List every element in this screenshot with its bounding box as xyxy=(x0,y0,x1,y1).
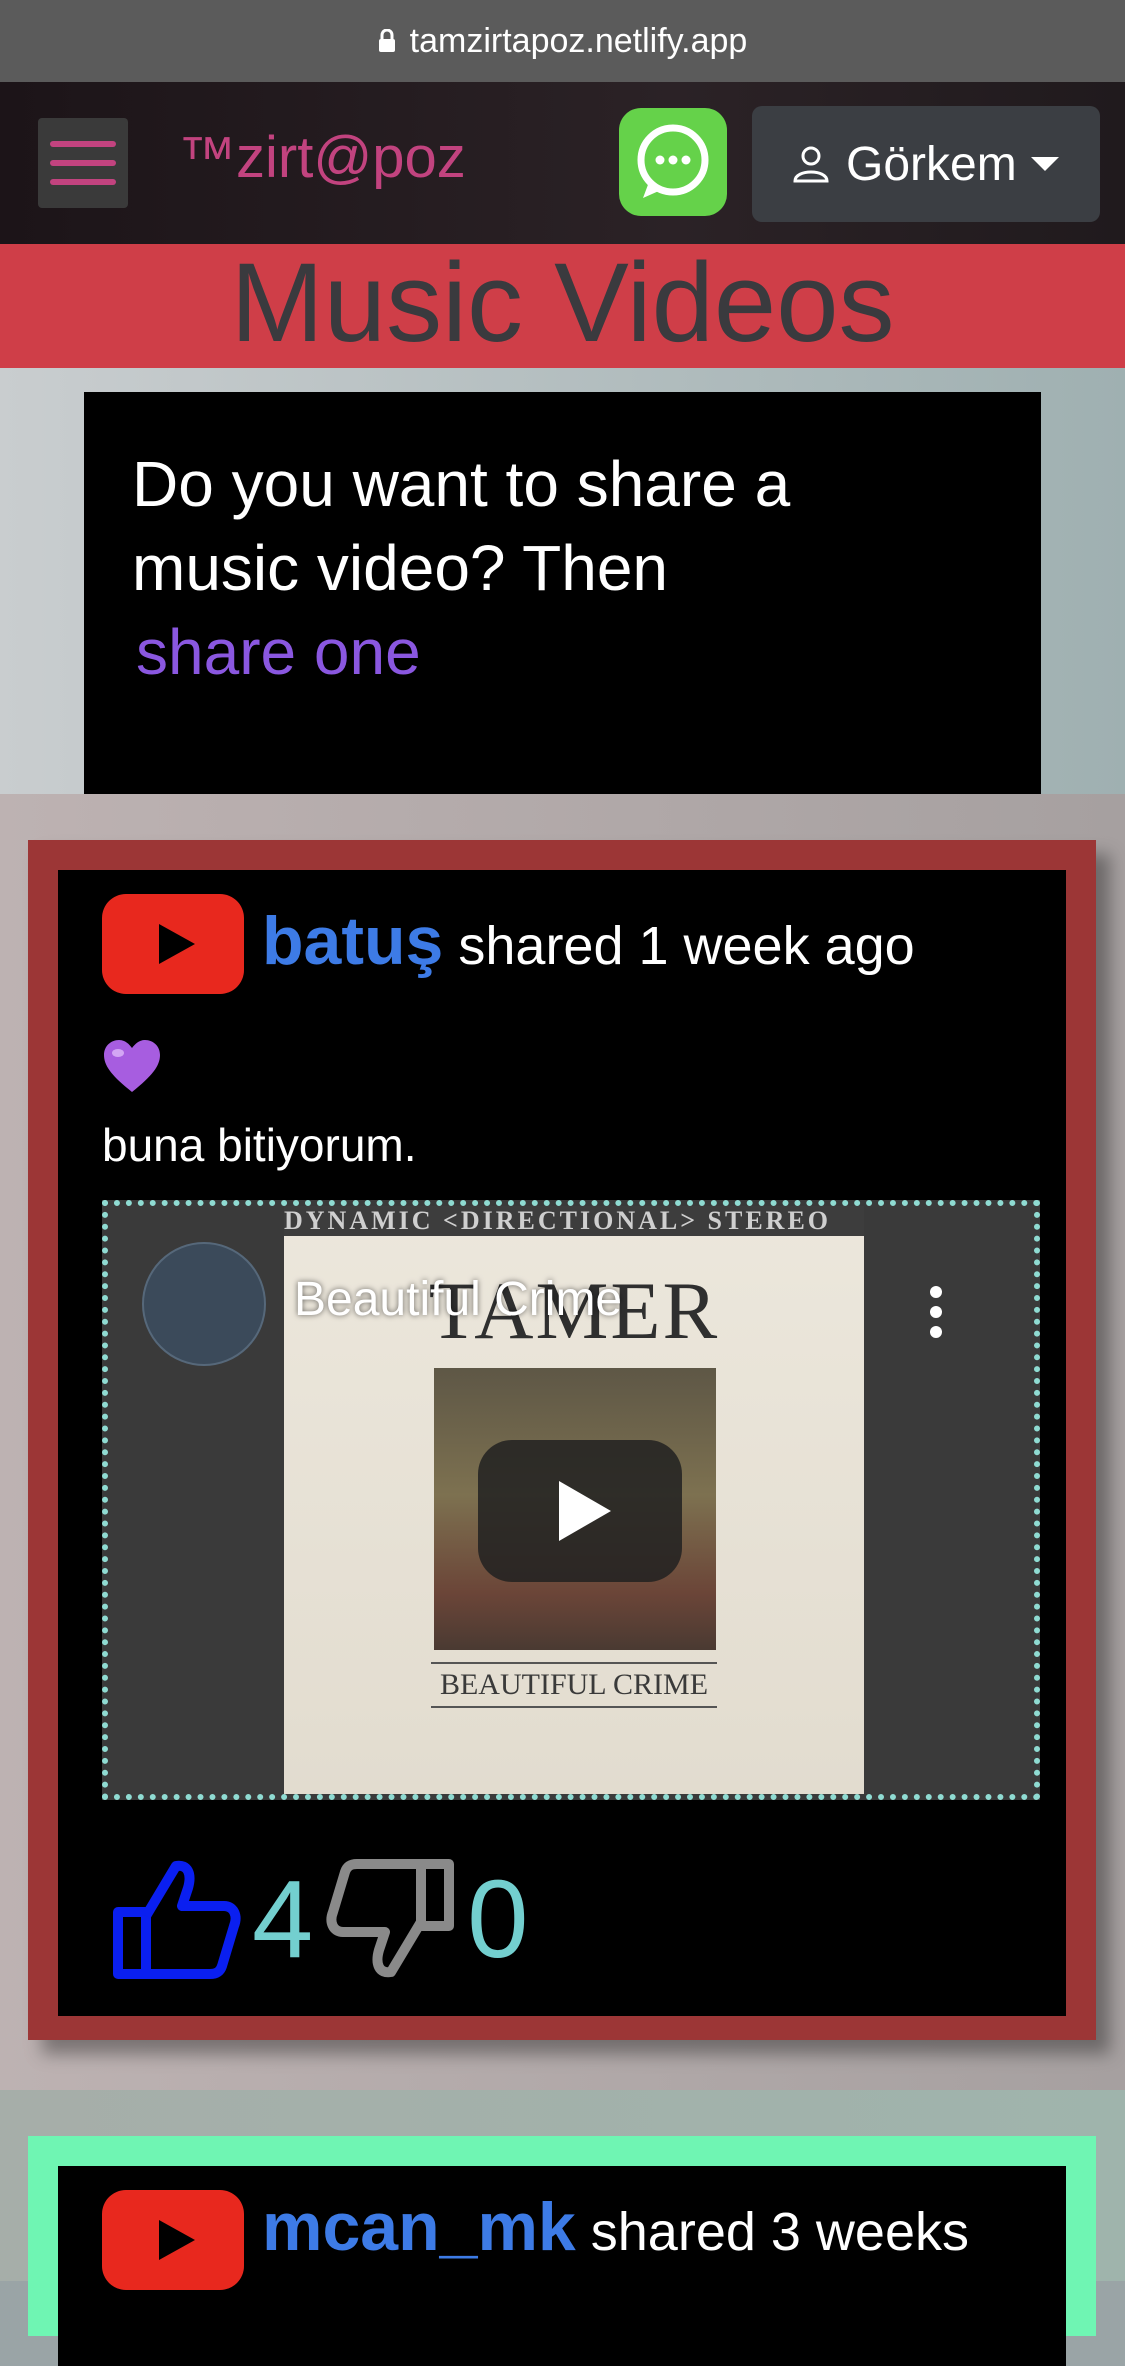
thumbs-down-icon[interactable] xyxy=(325,1856,457,1982)
dislikes-count: 0 xyxy=(467,1857,529,1981)
cover-top-strip: DYNAMIC <DIRECTIONAL> STEREO xyxy=(284,1206,864,1236)
share-section: Do you want to share a music video? Then… xyxy=(0,368,1125,794)
video-embed[interactable]: DYNAMIC <DIRECTIONAL> STEREO TAMER BEAUT… xyxy=(102,1200,1040,1800)
url-text: tamzirtapoz.netlify.app xyxy=(409,21,748,60)
post-list: batuş shared 1 week ago buna bitiyorum. … xyxy=(0,794,1125,2090)
navbar: ™zirt@poz Görkem xyxy=(0,82,1125,244)
post-card: mcan_mk shared 3 weeks xyxy=(28,2136,1096,2366)
lock-icon xyxy=(378,29,395,52)
chat-bubble-icon xyxy=(637,124,709,198)
share-one-link[interactable]: share one xyxy=(136,610,421,694)
post-username[interactable]: mcan_mk xyxy=(262,2189,576,2265)
cover-album-title: BEAUTIFUL CRIME xyxy=(431,1662,717,1708)
youtube-icon xyxy=(102,894,244,994)
purple-heart-icon xyxy=(104,1040,160,1092)
brand-logo[interactable]: ™zirt@poz xyxy=(178,124,466,191)
caret-down-icon xyxy=(1030,157,1059,171)
post-shared-time: shared 1 week ago xyxy=(458,916,915,976)
post-list-continued: mcan_mk shared 3 weeks xyxy=(0,2090,1125,2366)
post-caption: buna bitiyorum. xyxy=(102,1119,417,1171)
thumbs-up-icon[interactable] xyxy=(110,1856,242,1982)
share-box: Do you want to share a music video? Then… xyxy=(84,392,1041,794)
person-icon xyxy=(793,146,829,183)
likes-count: 4 xyxy=(252,1857,314,1981)
post-body: mcan_mk shared 3 weeks xyxy=(58,2166,1066,2366)
reactions-bar: 4 0 xyxy=(110,1854,540,1984)
user-name: Görkem xyxy=(846,137,1017,191)
url-bar[interactable]: tamzirtapoz.netlify.app xyxy=(0,0,1125,82)
channel-avatar[interactable] xyxy=(142,1242,266,1366)
chat-button[interactable] xyxy=(619,108,727,216)
user-dropdown-button[interactable]: Görkem xyxy=(752,106,1100,222)
youtube-icon xyxy=(102,2190,244,2290)
more-options-icon[interactable] xyxy=(928,1284,944,1340)
post-username[interactable]: batuş xyxy=(262,903,443,979)
hamburger-icon xyxy=(50,141,116,147)
post-body: batuş shared 1 week ago buna bitiyorum. … xyxy=(58,870,1066,2016)
share-prompt-text: Do you want to share a music video? Then xyxy=(132,448,791,604)
menu-button[interactable] xyxy=(38,118,128,208)
play-icon xyxy=(559,1481,611,1541)
play-button[interactable] xyxy=(478,1440,682,1582)
share-prompt: Do you want to share a music video? Then… xyxy=(132,442,972,694)
video-title[interactable]: Beautiful Crime xyxy=(294,1272,622,1327)
post-card: batuş shared 1 week ago buna bitiyorum. … xyxy=(28,840,1096,2040)
post-header: batuş shared 1 week ago xyxy=(262,902,915,980)
post-header: mcan_mk shared 3 weeks xyxy=(262,2188,969,2266)
page-title: Music Videos xyxy=(0,244,1125,368)
post-shared-time: shared 3 weeks xyxy=(590,2202,969,2262)
